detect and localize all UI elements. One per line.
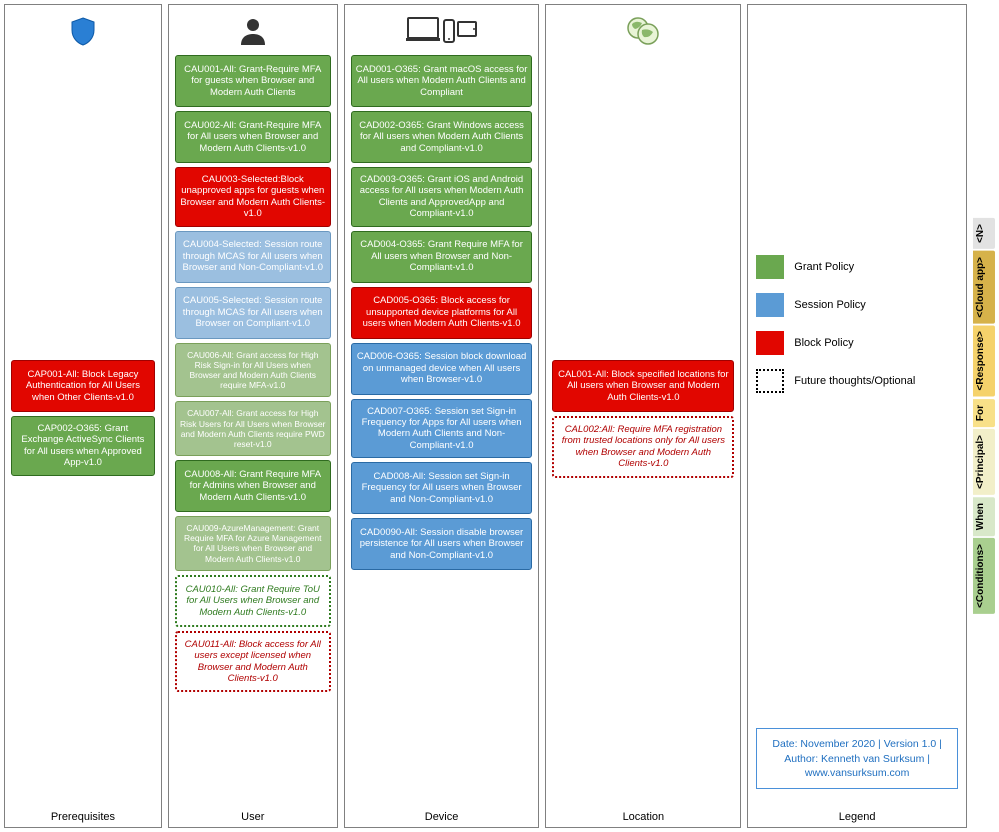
card-cau007: CAU007-All: Grant access for High Risk U…	[175, 401, 331, 456]
swatch-block	[756, 331, 784, 355]
tab-for[interactable]: For	[973, 399, 995, 427]
column-title-prereq: Prerequisites	[5, 811, 161, 823]
tab-response[interactable]: <Response>	[973, 325, 995, 396]
card-cau011: CAU011-All: Block access for All users e…	[175, 631, 331, 693]
legend-future: Future thoughts/Optional	[756, 369, 958, 393]
tab-when[interactable]: When	[973, 497, 995, 536]
legend-list: Grant Policy Session Policy Block Policy…	[756, 255, 958, 407]
tab-n[interactable]: <N>	[973, 218, 995, 249]
tab-principal[interactable]: <Principal>	[973, 429, 995, 495]
card-cad004: CAD004-O365: Grant Require MFA for All u…	[351, 231, 533, 283]
card-cau009: CAU009-AzureManagement: Grant Require MF…	[175, 516, 331, 571]
legend-block: Block Policy	[756, 331, 958, 355]
card-cau002: CAU002-All: Grant-Require MFA for All us…	[175, 111, 331, 163]
devices-icon	[345, 11, 539, 51]
user-icon	[169, 11, 337, 51]
card-cad008: CAD008-All: Session set Sign-in Frequenc…	[351, 462, 533, 514]
column-title-device: Device	[345, 811, 539, 823]
card-cad006: CAD006-O365: Session block download on u…	[351, 343, 533, 395]
card-cal002: CAL002:All: Require MFA registration fro…	[552, 416, 734, 478]
shield-icon	[5, 11, 161, 51]
card-cau005: CAU005-Selected: Session route through M…	[175, 287, 331, 339]
side-tabs: <N> <Cloud app> <Response> For <Principa…	[973, 4, 995, 828]
column-prerequisites: CAP001-All: Block Legacy Authentication …	[4, 4, 162, 828]
meta-line2: Author: Kenneth van Surksum |	[763, 752, 951, 766]
card-cap002: CAP002-O365: Grant Exchange ActiveSync C…	[11, 416, 155, 476]
swatch-session	[756, 293, 784, 317]
card-cau008: CAU008-All: Grant Require MFA for Admins…	[175, 460, 331, 512]
card-cal001: CAL001-All: Block specified locations fo…	[552, 360, 734, 412]
column-device: CAD001-O365: Grant macOS access for All …	[344, 4, 540, 828]
column-location: CAL001-All: Block specified locations fo…	[545, 4, 741, 828]
meta-box: Date: November 2020 | Version 1.0 | Auth…	[756, 728, 958, 789]
column-user: CAU001-All: Grant-Require MFA for guests…	[168, 4, 338, 828]
tab-conditions[interactable]: <Conditions>	[973, 538, 995, 614]
column-title-user: User	[169, 811, 337, 823]
card-cad005: CAD005-O365: Block access for unsupporte…	[351, 287, 533, 339]
card-cau010: CAU010-All: Grant Require ToU for All Us…	[175, 575, 331, 627]
meta-line1: Date: November 2020 | Version 1.0 |	[763, 737, 951, 751]
card-cad007: CAD007-O365: Session set Sign-in Frequen…	[351, 399, 533, 459]
legend-label-block: Block Policy	[794, 337, 853, 349]
card-cad003: CAD003-O365: Grant iOS and Android acces…	[351, 167, 533, 227]
column-legend: Grant Policy Session Policy Block Policy…	[747, 4, 967, 828]
swatch-future	[756, 369, 784, 393]
legend-label-session: Session Policy	[794, 299, 866, 311]
card-cad002: CAD002-O365: Grant Windows access for Al…	[351, 111, 533, 163]
legend-grant: Grant Policy	[756, 255, 958, 279]
legend-label-future: Future thoughts/Optional	[794, 375, 915, 387]
legend-session: Session Policy	[756, 293, 958, 317]
globe-icon	[546, 11, 740, 51]
column-title-location: Location	[546, 811, 740, 823]
swatch-grant	[756, 255, 784, 279]
card-cau006: CAU006-All: Grant access for High Risk S…	[175, 343, 331, 398]
legend-label-grant: Grant Policy	[794, 261, 854, 273]
diagram-container: CAP001-All: Block Legacy Authentication …	[4, 4, 995, 828]
column-title-legend: Legend	[748, 811, 966, 823]
card-cau003: CAU003-Selected:Block unapproved apps fo…	[175, 167, 331, 227]
card-cau001: CAU001-All: Grant-Require MFA for guests…	[175, 55, 331, 107]
tab-cloud-app[interactable]: <Cloud app>	[973, 251, 995, 324]
card-cad009: CAD0090-All: Session disable browser per…	[351, 518, 533, 570]
card-cau004: CAU004-Selected: Session route through M…	[175, 231, 331, 283]
meta-line3: www.vansurksum.com	[763, 766, 951, 780]
card-cap001: CAP001-All: Block Legacy Authentication …	[11, 360, 155, 412]
card-cad001: CAD001-O365: Grant macOS access for All …	[351, 55, 533, 107]
